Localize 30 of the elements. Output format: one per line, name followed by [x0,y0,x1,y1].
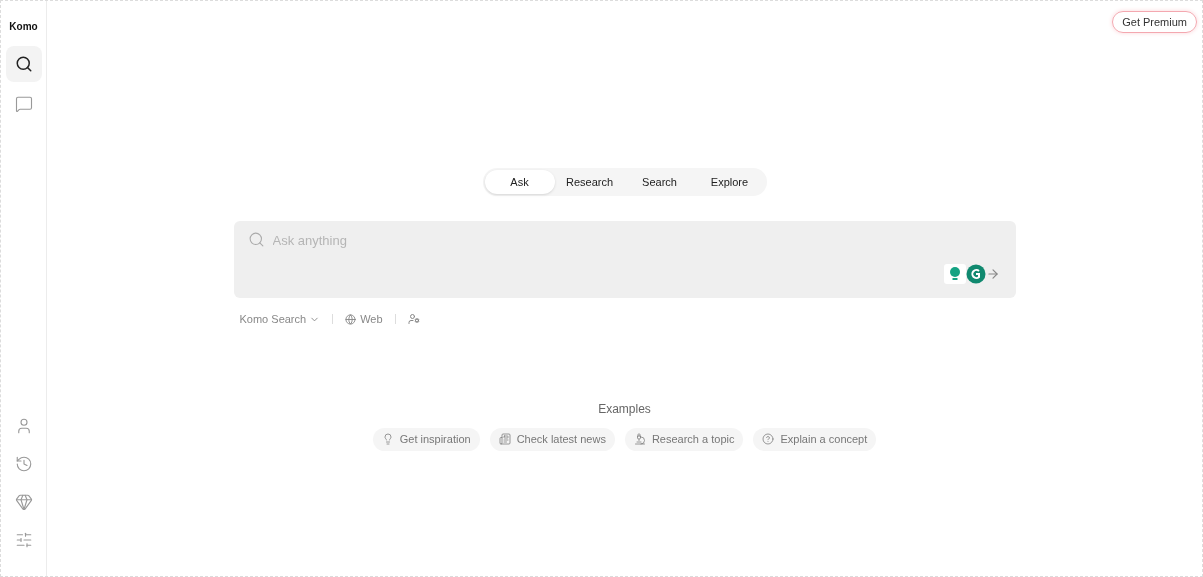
examples-heading: Examples [598,400,651,418]
question-icon [762,433,775,445]
diamond-icon [14,493,33,511]
microscope-icon [633,433,646,445]
lightbulb-badge-icon [943,264,966,284]
newspaper-icon [498,433,511,445]
mode-tab[interactable]: Explore [694,170,765,194]
search-icon [14,55,33,73]
model-dropdown[interactable]: Komo Search [239,311,321,328]
example-chip[interactable]: Get inspiration [372,427,480,451]
example-chip[interactable]: Check latest news [489,427,615,451]
chat-icon [14,95,33,113]
search-input[interactable]: Ask anything [272,231,1002,251]
person-settings-icon[interactable] [407,313,420,326]
lightbulb-icon [381,433,394,445]
mode-tab[interactable]: Ask [484,170,555,194]
grammarly-icon [965,264,986,284]
brand-logo: Komo [9,20,38,34]
mode-tab[interactable]: Research [554,170,625,194]
globe-icon [345,313,357,325]
search-box[interactable]: Ask anything [233,221,1016,298]
search-icon [247,231,265,248]
source-button[interactable]: Web [345,311,383,328]
sliders-icon [14,531,33,549]
history-icon [14,455,33,473]
example-chip[interactable]: Explain a concept [753,427,877,451]
example-chip[interactable]: Research a topic [624,427,744,451]
arrow-right-icon[interactable] [985,267,1000,281]
mode-tab[interactable]: Search [624,170,695,194]
sidebar-button[interactable] [5,46,42,82]
